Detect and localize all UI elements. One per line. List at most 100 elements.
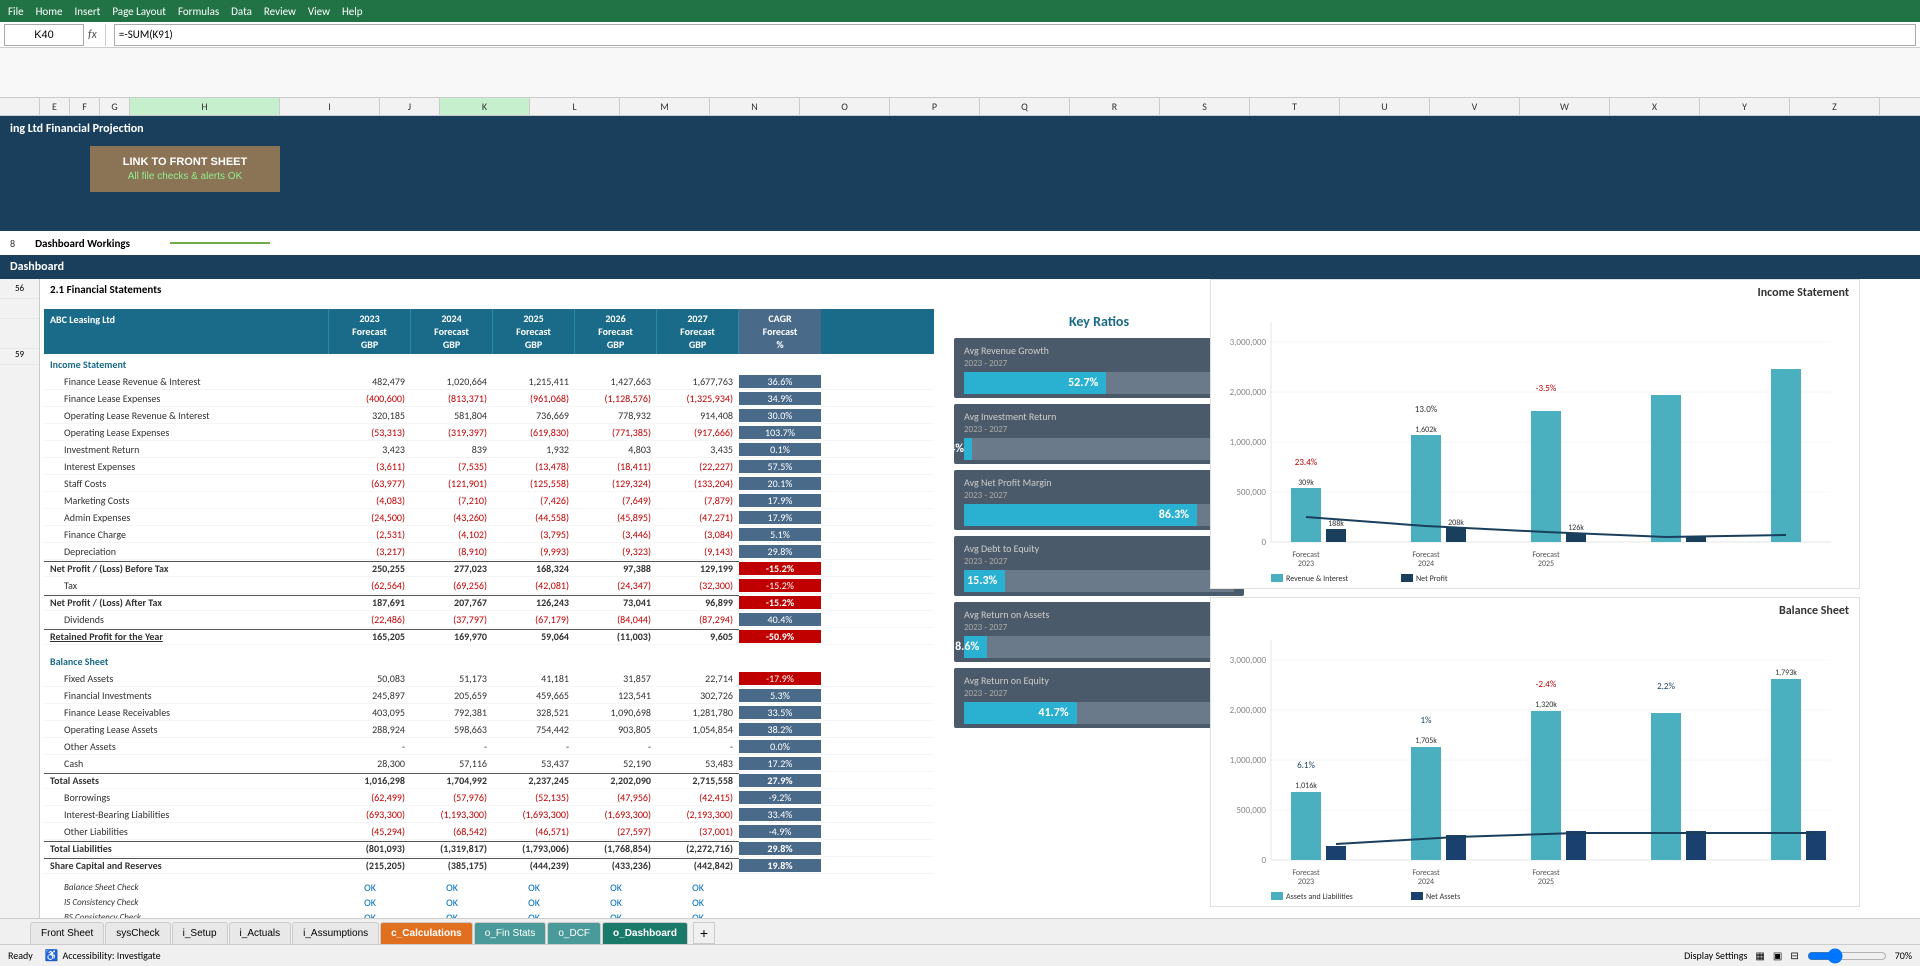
- menu-file[interactable]: File: [8, 5, 24, 18]
- row-label: Marketing Costs: [44, 494, 329, 507]
- front-sheet-button[interactable]: LINK TO FRONT SHEET All file checks & al…: [90, 146, 280, 192]
- row-v2024: (319,397): [411, 426, 493, 439]
- row-v2023: (63,977): [329, 477, 411, 490]
- kr-bar-bg: 15.3%: [964, 570, 1234, 592]
- sheet-area: ing Ltd Financial Projection LINK TO FRO…: [0, 116, 1920, 966]
- row-v2024: (385,175): [411, 858, 493, 872]
- row-cagr: 5.3%: [739, 689, 821, 702]
- row-cagr: 29.8%: [739, 842, 821, 855]
- menu-review[interactable]: Review: [264, 5, 296, 18]
- is-chart-title: Income Statement: [1211, 280, 1859, 302]
- table-row: Investment Return 3,423 839 1,932 4,803 …: [44, 441, 934, 458]
- kr-bar-value: 86.3%: [1159, 508, 1189, 522]
- tab-o-dcf[interactable]: o_DCF: [547, 922, 601, 944]
- col-n: N: [710, 98, 800, 115]
- col-m: M: [620, 98, 710, 115]
- menu-data[interactable]: Data: [231, 5, 252, 18]
- col-j: J: [380, 98, 440, 115]
- header-title: ing Ltd Financial Projection: [10, 122, 144, 136]
- kr-bar-fill: 8.6%: [964, 636, 987, 658]
- row-label: Finance Charge: [44, 528, 329, 541]
- kr-card-title: Avg Return on Assets: [964, 608, 1234, 621]
- rn-59: 59: [0, 349, 39, 365]
- kr-bar-bg: 86.3%: [964, 504, 1234, 526]
- col-p: P: [890, 98, 980, 115]
- row-v2026: 97,388: [575, 561, 657, 575]
- zoom-slider[interactable]: [1807, 948, 1887, 964]
- kr-bar-fill: 86.3%: [964, 504, 1197, 526]
- row-v2026: (433,236): [575, 858, 657, 872]
- row-label: Tax: [44, 579, 329, 592]
- row-v2023: 250,255: [329, 561, 411, 575]
- row-v2027: (2,272,716): [657, 841, 739, 855]
- svg-text:2025: 2025: [1538, 877, 1554, 887]
- tab-front-sheet[interactable]: Front Sheet: [30, 922, 104, 944]
- menu-insert[interactable]: Insert: [75, 5, 101, 18]
- bar-2024-net: [1446, 528, 1466, 542]
- tab-i-setup[interactable]: i_Setup: [172, 922, 228, 944]
- table-row: Admin Expenses (24,500) (43,260) (44,558…: [44, 509, 934, 526]
- tab-syscheck[interactable]: sysCheck: [105, 922, 170, 944]
- table-row: Cash 28,300 57,116 53,437 52,190 53,483 …: [44, 755, 934, 772]
- tab-o-fin-stats[interactable]: o_Fin Stats: [474, 922, 547, 944]
- row-cagr: -15.2%: [739, 562, 821, 575]
- bs-legend-assets: [1271, 892, 1283, 900]
- row-cagr: 30.0%: [739, 409, 821, 422]
- row-label: Total Assets: [44, 773, 329, 787]
- menu-view[interactable]: View: [308, 5, 330, 18]
- key-ratios-cards: Avg Revenue Growth 2023 - 2027 52.7% Avg…: [954, 338, 1244, 728]
- col-x: X: [1610, 98, 1700, 115]
- status-right: Display Settings ▦ ▣ ⊟ 70%: [1684, 948, 1912, 964]
- tab-c-calculations[interactable]: c_Calculations: [380, 922, 473, 944]
- row-v2026: (7,649): [575, 494, 657, 507]
- spreadsheet-app: File Home Insert Page Layout Formulas Da…: [0, 0, 1920, 966]
- cell-reference-box[interactable]: [4, 24, 84, 46]
- row-v2023: (62,499): [329, 791, 411, 804]
- row-label: Total Liabilities: [44, 841, 329, 855]
- svg-text:2023: 2023: [1298, 559, 1314, 569]
- tab-o-dashboard[interactable]: o_Dashboard: [602, 922, 688, 944]
- svg-text:23.4%: 23.4%: [1295, 457, 1318, 468]
- row-label: Financial Investments: [44, 689, 329, 702]
- row-cagr: 38.2%: [739, 723, 821, 736]
- table-row: Operating Lease Assets 288,924 598,663 7…: [44, 721, 934, 738]
- svg-text:0: 0: [1261, 855, 1266, 866]
- row-v2026: (1,768,854): [575, 841, 657, 855]
- row-label: Retained Profit for the Year: [44, 629, 329, 643]
- row-cagr: -9.2%: [739, 791, 821, 804]
- corner-header: [0, 98, 40, 115]
- menu-page-layout[interactable]: Page Layout: [112, 5, 166, 18]
- row-v2027: (442,842): [657, 858, 739, 872]
- check-row: Balance Sheet Check OKOKOKOKOK: [44, 880, 934, 895]
- row-v2026: 1,090,698: [575, 706, 657, 719]
- tab-i-actuals[interactable]: i_Actuals: [229, 922, 292, 944]
- view-normal-icon[interactable]: ▦: [1755, 949, 1764, 962]
- col-w: W: [1520, 98, 1610, 115]
- new-sheet-button[interactable]: +: [693, 922, 715, 944]
- col-i: I: [280, 98, 380, 115]
- row-numbers-col: 56 59: [0, 279, 40, 940]
- row-v2026: (45,895): [575, 511, 657, 524]
- kr-bar-value: 1.4%: [940, 442, 964, 456]
- table-row: Marketing Costs (4,083) (7,210) (7,426) …: [44, 492, 934, 509]
- svg-text:6.1%: 6.1%: [1297, 760, 1315, 771]
- view-page-break-icon[interactable]: ⊟: [1790, 949, 1798, 962]
- formula-text: =-SUM(K91): [119, 28, 173, 41]
- svg-text:2025: 2025: [1538, 559, 1554, 569]
- view-layout-icon[interactable]: ▣: [1773, 949, 1782, 962]
- table-row: Interest Expenses (3,611) (7,535) (13,47…: [44, 458, 934, 475]
- row-v2024: 277,023: [411, 561, 493, 575]
- row-v2025: 41,181: [493, 672, 575, 685]
- bs-bar-2024-assets: [1411, 747, 1441, 860]
- menu-help[interactable]: Help: [342, 5, 363, 18]
- row-v2026: 903,805: [575, 723, 657, 736]
- front-sheet-line1: LINK TO FRONT SHEET: [123, 156, 247, 168]
- row-v2025: (1,793,006): [493, 841, 575, 855]
- row-label: Finance Lease Revenue & Interest: [44, 375, 329, 388]
- row-v2024: (68,542): [411, 825, 493, 838]
- tab-i-assumptions[interactable]: i_Assumptions: [292, 922, 379, 944]
- row-v2026: (18,411): [575, 460, 657, 473]
- financial-table-container: ABC Leasing Ltd 2023 Forecast GBP 2024 F…: [44, 309, 934, 940]
- menu-formulas[interactable]: Formulas: [178, 5, 219, 18]
- menu-home[interactable]: Home: [36, 5, 63, 18]
